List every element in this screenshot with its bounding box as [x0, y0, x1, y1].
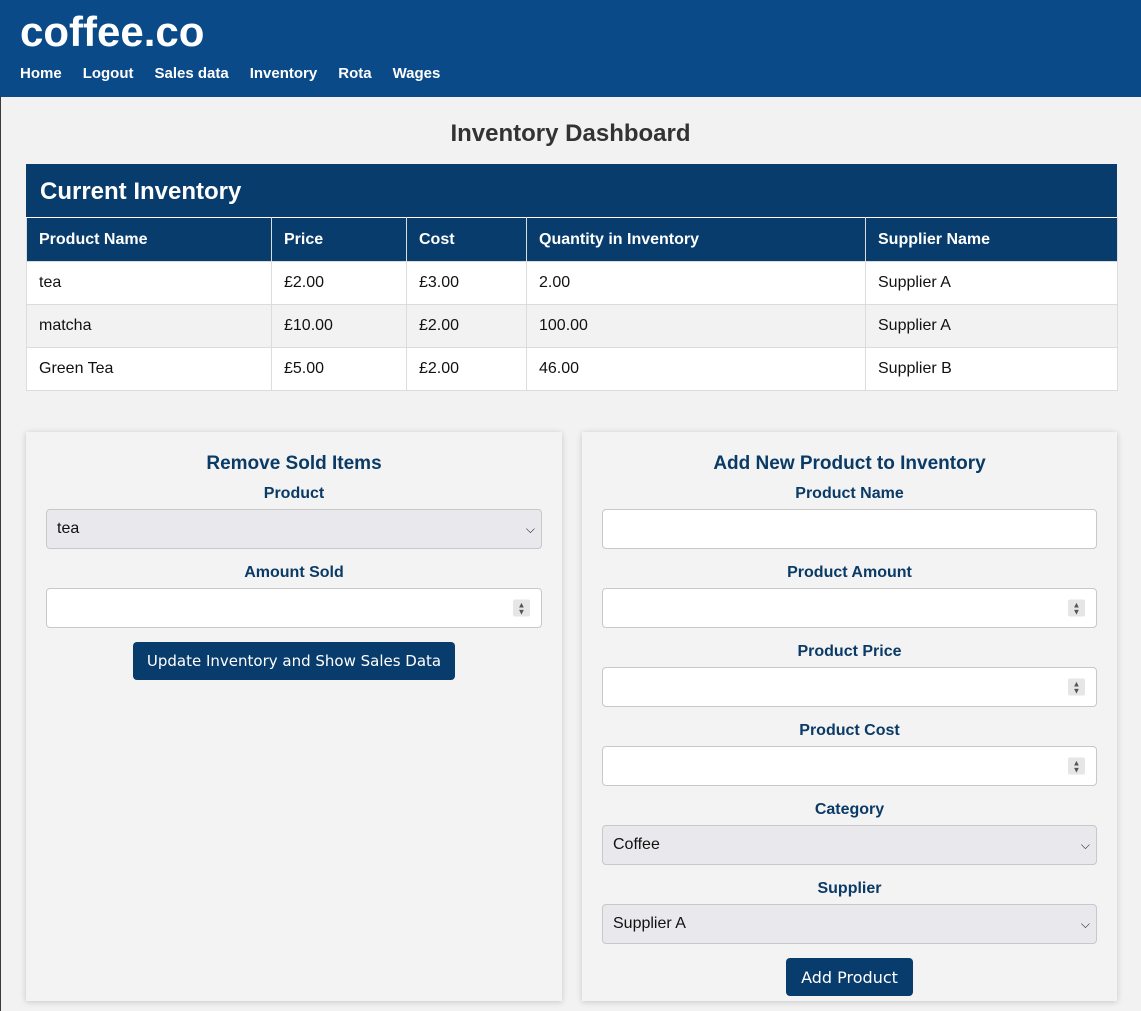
category-select-value: Coffee: [613, 836, 660, 853]
product-cost-label: Product Cost: [799, 722, 900, 739]
remove-panel-title: Remove Sold Items: [206, 453, 382, 474]
page-title: Inventory Dashboard: [450, 120, 691, 147]
table-row: tea £2.00 £3.00 2.00 Supplier A: [26, 261, 1118, 305]
product-amount-label: Product Amount: [787, 564, 912, 581]
column-header-supplier: Supplier Name: [865, 217, 1118, 262]
cell-quantity: 2.00: [526, 261, 866, 305]
cell-price: £10.00: [271, 304, 407, 348]
table-caption: Current Inventory: [26, 164, 1117, 217]
table-header-row: Product Name Price Cost Quantity in Inve…: [26, 217, 1118, 262]
nav-sales-data[interactable]: Sales data: [155, 65, 229, 83]
cell-cost: £2.00: [406, 347, 527, 391]
inventory-table-section: Current Inventory Product Name Price Cos…: [26, 164, 1118, 391]
nav-rota[interactable]: Rota: [338, 65, 371, 83]
supplier-label: Supplier: [817, 880, 882, 897]
number-spinner-icon[interactable]: ▲ ▼: [513, 599, 530, 617]
chevron-down-icon: ⌵: [1080, 838, 1090, 852]
cell-product-name: Green Tea: [26, 347, 272, 391]
main-nav: Home Logout Sales data Inventory Rota Wa…: [20, 65, 1121, 83]
page-left-border: [0, 96, 1, 1011]
cell-supplier: Supplier A: [865, 304, 1118, 348]
product-cost-input[interactable]: ▲ ▼: [602, 746, 1097, 786]
product-name-input[interactable]: [602, 509, 1097, 549]
nav-wages[interactable]: Wages: [393, 65, 441, 83]
chevron-down-icon: ⌵: [1080, 917, 1090, 931]
update-inventory-button[interactable]: Update Inventory and Show Sales Data: [132, 642, 456, 680]
product-price-label: Product Price: [797, 643, 902, 660]
column-header-product-name: Product Name: [26, 217, 272, 262]
add-product-panel: Add New Product to Inventory Product Nam…: [582, 432, 1117, 1001]
add-panel-title: Add New Product to Inventory: [713, 453, 986, 474]
brand-logo[interactable]: coffee.co: [20, 8, 1121, 56]
table-row: matcha £10.00 £2.00 100.00 Supplier A: [26, 304, 1118, 348]
supplier-select[interactable]: Supplier A ⌵: [602, 904, 1097, 944]
inventory-table: Product Name Price Cost Quantity in Inve…: [26, 217, 1118, 391]
cell-product-name: tea: [26, 261, 272, 305]
product-price-input[interactable]: ▲ ▼: [602, 667, 1097, 707]
product-select-value: tea: [57, 520, 80, 537]
column-header-quantity: Quantity in Inventory: [526, 217, 866, 262]
cell-quantity: 100.00: [526, 304, 866, 348]
add-product-button[interactable]: Add Product: [786, 958, 913, 996]
cell-price: £2.00: [271, 261, 407, 305]
category-select[interactable]: Coffee ⌵: [602, 825, 1097, 865]
category-label: Category: [814, 801, 885, 818]
column-header-price: Price: [271, 217, 407, 262]
cell-cost: £2.00: [406, 304, 527, 348]
cell-price: £5.00: [271, 347, 407, 391]
cell-supplier: Supplier A: [865, 261, 1118, 305]
supplier-select-value: Supplier A: [613, 915, 686, 932]
amount-sold-input[interactable]: ▲ ▼: [46, 588, 542, 628]
product-name-label: Product Name: [795, 485, 904, 502]
product-label: Product: [263, 485, 325, 502]
number-spinner-icon[interactable]: ▲ ▼: [1068, 678, 1085, 696]
table-row: Green Tea £5.00 £2.00 46.00 Supplier B: [26, 347, 1118, 391]
amount-sold-label: Amount Sold: [244, 564, 344, 581]
remove-sold-items-panel: Remove Sold Items Product tea ⌵ Amount S…: [26, 432, 562, 1001]
nav-logout[interactable]: Logout: [83, 65, 134, 83]
site-header: coffee.co Home Logout Sales data Invento…: [0, 0, 1141, 97]
product-amount-input[interactable]: ▲ ▼: [602, 588, 1097, 628]
cell-supplier: Supplier B: [865, 347, 1118, 391]
cell-quantity: 46.00: [526, 347, 866, 391]
number-spinner-icon[interactable]: ▲ ▼: [1068, 599, 1085, 617]
number-spinner-icon[interactable]: ▲ ▼: [1068, 757, 1085, 775]
cell-product-name: matcha: [26, 304, 272, 348]
cell-cost: £3.00: [406, 261, 527, 305]
product-select[interactable]: tea ⌵: [46, 509, 542, 549]
nav-inventory[interactable]: Inventory: [250, 65, 318, 83]
column-header-cost: Cost: [406, 217, 527, 262]
chevron-down-icon: ⌵: [525, 522, 535, 536]
nav-home[interactable]: Home: [20, 65, 62, 83]
